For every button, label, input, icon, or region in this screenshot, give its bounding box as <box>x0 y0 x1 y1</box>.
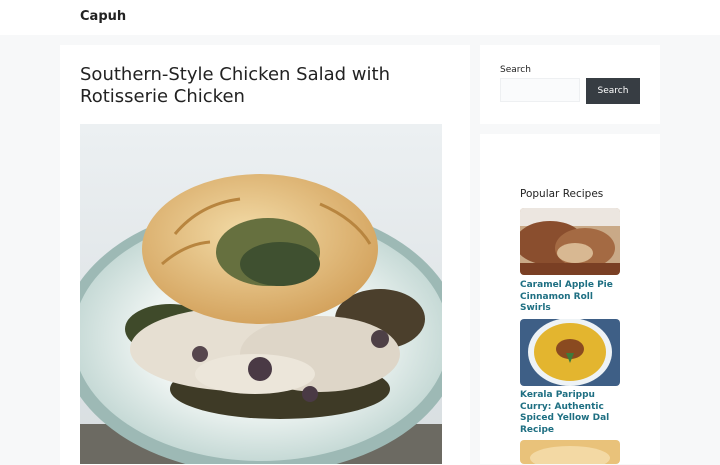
post-title: Southern-Style Chicken Salad with Rotiss… <box>80 64 390 107</box>
article-card: Southern-Style Chicken Salad with Rotiss… <box>60 45 470 465</box>
popular-recipes-heading: Popular Recipes <box>520 188 604 200</box>
popular-recipes-widget: Popular Recipes Caramel Apple Pie Cinnam… <box>480 134 660 464</box>
search-input[interactable] <box>500 78 580 102</box>
recipe-thumbnail[interactable] <box>520 208 620 275</box>
recipe-thumbnail[interactable] <box>520 319 620 386</box>
search-widget: Search Search <box>480 45 660 124</box>
hero-image <box>80 124 442 464</box>
recipe-link[interactable]: Kerala Parippu Curry: Authentic Spiced Y… <box>520 390 620 436</box>
recipe-thumbnail[interactable] <box>520 440 620 464</box>
search-label: Search <box>500 65 531 75</box>
site-header: Capuh <box>0 0 720 35</box>
site-title-link[interactable]: Capuh <box>80 9 126 24</box>
recipe-link[interactable]: Caramel Apple Pie Cinnamon Roll Swirls <box>520 280 620 315</box>
search-button[interactable]: Search <box>586 78 640 104</box>
